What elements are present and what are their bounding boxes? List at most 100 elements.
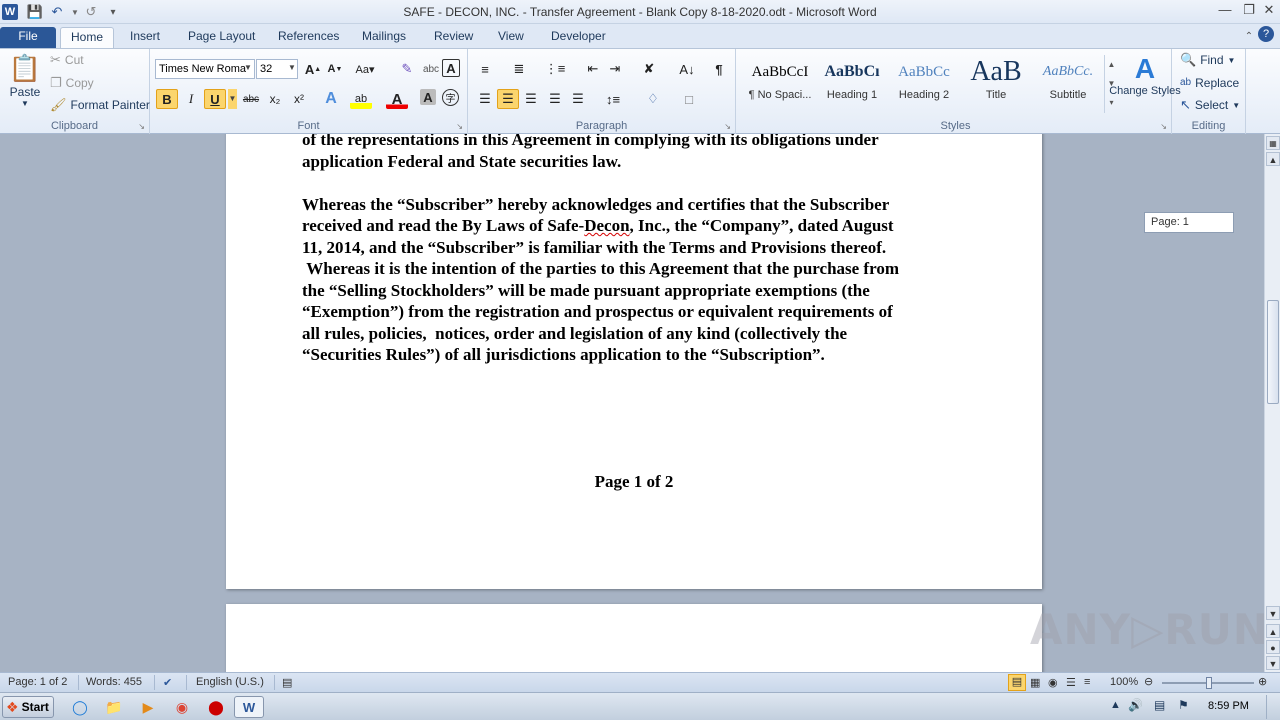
- spelling-error[interactable]: Decon: [584, 216, 629, 235]
- document-area[interactable]: of the representations in this Agreement…: [0, 134, 1264, 672]
- minimize-ribbon-icon[interactable]: ⌃: [1240, 27, 1258, 45]
- asian-layout-icon[interactable]: ✘: [638, 59, 660, 79]
- scroll-up-icon[interactable]: ▲: [1266, 152, 1280, 166]
- style-heading-2[interactable]: AaBbCc Heading 2: [888, 55, 960, 111]
- document-page-1[interactable]: of the representations in this Agreement…: [226, 134, 1042, 589]
- page-count[interactable]: Page: 1 of 2: [8, 676, 67, 688]
- network-icon[interactable]: ▤: [1154, 698, 1165, 712]
- change-styles-button[interactable]: A Change Styles: [1109, 53, 1181, 97]
- next-page-icon[interactable]: ▼: [1266, 656, 1280, 670]
- scroll-thumb[interactable]: [1267, 300, 1279, 404]
- opera-icon[interactable]: ⬤: [204, 696, 228, 718]
- multilevel-list-icon[interactable]: ⋮≡: [544, 59, 566, 79]
- distributed-icon[interactable]: ☰: [567, 89, 589, 109]
- scroll-down-icon[interactable]: ▼: [1266, 606, 1280, 620]
- text-effects-icon[interactable]: A: [320, 89, 342, 109]
- minimize-button[interactable]: —: [1214, 2, 1236, 20]
- justify-icon[interactable]: ☰: [544, 89, 566, 109]
- align-left-icon[interactable]: ☰: [474, 89, 496, 109]
- show-hidden-icons-icon[interactable]: ▲: [1110, 699, 1121, 711]
- word-count[interactable]: Words: 455: [86, 676, 142, 688]
- line-spacing-icon[interactable]: ↕≡: [602, 89, 624, 109]
- highlight-button[interactable]: ab: [350, 89, 372, 109]
- clear-formatting-icon[interactable]: ✎: [396, 59, 418, 79]
- help-icon[interactable]: ?: [1258, 26, 1274, 42]
- tab-references[interactable]: References: [268, 27, 349, 48]
- align-center-icon[interactable]: ☰: [497, 89, 519, 109]
- format-painter-button[interactable]: 🖌 Format Painter: [50, 98, 150, 113]
- tab-file[interactable]: File: [0, 27, 56, 48]
- tab-view[interactable]: View: [488, 27, 534, 48]
- show-formatting-icon[interactable]: ¶: [708, 59, 730, 79]
- style-title[interactable]: AaB Title: [960, 55, 1032, 111]
- select-button[interactable]: ↖ Select ▼: [1180, 98, 1240, 113]
- decrease-indent-icon[interactable]: ⇤: [582, 59, 604, 79]
- web-layout-icon[interactable]: ◉: [1048, 676, 1058, 689]
- tab-page-layout[interactable]: Page Layout: [178, 27, 265, 48]
- vertical-scrollbar[interactable]: ▦ ▲ ▼ ▲ ● ▼: [1264, 134, 1280, 672]
- draft-view-icon[interactable]: ≡: [1084, 676, 1090, 688]
- font-dialog-launcher-icon[interactable]: ↘: [456, 122, 463, 131]
- increase-indent-icon[interactable]: ⇥: [604, 59, 626, 79]
- macro-recording-icon[interactable]: ▤: [282, 676, 292, 689]
- ruler-toggle-icon[interactable]: ▦: [1266, 136, 1280, 150]
- action-center-flag-icon[interactable]: ⚑: [1178, 698, 1189, 712]
- previous-page-icon[interactable]: ▲: [1266, 624, 1280, 638]
- align-right-icon[interactable]: ☰: [520, 89, 542, 109]
- media-player-icon[interactable]: ▶: [136, 696, 160, 718]
- grow-font-icon[interactable]: A ▲: [302, 59, 324, 79]
- outline-view-icon[interactable]: ☰: [1066, 676, 1076, 689]
- proofing-icon[interactable]: ✔: [163, 676, 172, 689]
- styles-dialog-launcher-icon[interactable]: ↘: [1160, 122, 1167, 131]
- select-browse-object-icon[interactable]: ●: [1266, 640, 1280, 654]
- document-body[interactable]: of the representations in this Agreement…: [302, 134, 962, 366]
- print-layout-view-icon[interactable]: ▤: [1008, 674, 1026, 691]
- replace-button[interactable]: ab Replace: [1180, 76, 1239, 90]
- tab-insert[interactable]: Insert: [120, 27, 170, 48]
- font-size-dropdown-icon[interactable]: ▼: [288, 63, 296, 72]
- restore-button[interactable]: ❐: [1238, 2, 1260, 20]
- volume-icon[interactable]: 🔊: [1128, 698, 1143, 712]
- paste-button[interactable]: 📋 Paste ▼: [6, 53, 44, 108]
- bold-button[interactable]: B: [156, 89, 178, 109]
- style-heading-1[interactable]: AaBbCı Heading 1: [816, 55, 888, 111]
- tab-mailings[interactable]: Mailings: [352, 27, 416, 48]
- zoom-in-icon[interactable]: ⊕: [1258, 675, 1267, 688]
- superscript-button[interactable]: x²: [288, 89, 310, 109]
- subscript-button[interactable]: x₂: [264, 89, 286, 109]
- tab-home[interactable]: Home: [60, 27, 115, 48]
- language[interactable]: English (U.S.): [196, 676, 264, 688]
- dialog-launcher-icon[interactable]: ↘: [138, 122, 145, 131]
- phonetic-guide-icon[interactable]: abc: [420, 59, 442, 79]
- sort-icon[interactable]: A↓: [676, 59, 698, 79]
- style-no-spacing[interactable]: AaBbCcI ¶ No Spaci...: [744, 55, 816, 111]
- chrome-icon[interactable]: ◉: [170, 696, 194, 718]
- font-name-dropdown-icon[interactable]: ▼: [244, 63, 252, 72]
- copy-button[interactable]: ❐ Copy: [50, 76, 94, 91]
- underline-button[interactable]: U: [204, 89, 226, 109]
- strikethrough-button[interactable]: abc: [240, 89, 262, 109]
- internet-explorer-icon[interactable]: ◯: [68, 696, 92, 718]
- font-name-combo[interactable]: Times New Roma: [155, 59, 255, 79]
- zoom-slider-thumb[interactable]: [1206, 677, 1212, 689]
- character-border-icon[interactable]: A: [442, 59, 460, 77]
- change-case-icon[interactable]: Aa▾: [354, 59, 376, 79]
- font-color-button[interactable]: A: [386, 89, 408, 109]
- tab-developer[interactable]: Developer: [541, 27, 616, 48]
- styles-gallery-scroll[interactable]: ▲ ▼ ▾: [1104, 55, 1118, 113]
- enclose-characters-icon[interactable]: 字: [442, 89, 459, 106]
- word-taskbar-button[interactable]: W: [234, 696, 264, 718]
- borders-icon[interactable]: □: [678, 89, 700, 109]
- zoom-level[interactable]: 100%: [1110, 676, 1138, 688]
- character-shading-icon[interactable]: A: [420, 89, 436, 105]
- shading-icon[interactable]: ♢: [642, 89, 664, 109]
- underline-dropdown-icon[interactable]: ▼: [228, 89, 237, 109]
- zoom-out-icon[interactable]: ⊖: [1144, 675, 1153, 688]
- explorer-folder-icon[interactable]: 📁: [102, 696, 126, 718]
- close-button[interactable]: ✕: [1258, 2, 1280, 20]
- find-button[interactable]: 🔍 Find ▼: [1180, 53, 1235, 68]
- show-desktop-button[interactable]: [1266, 695, 1278, 719]
- style-subtitle[interactable]: AaBbCc. Subtitle: [1032, 55, 1104, 111]
- document-page-2[interactable]: [226, 604, 1042, 672]
- italic-button[interactable]: I: [180, 89, 202, 109]
